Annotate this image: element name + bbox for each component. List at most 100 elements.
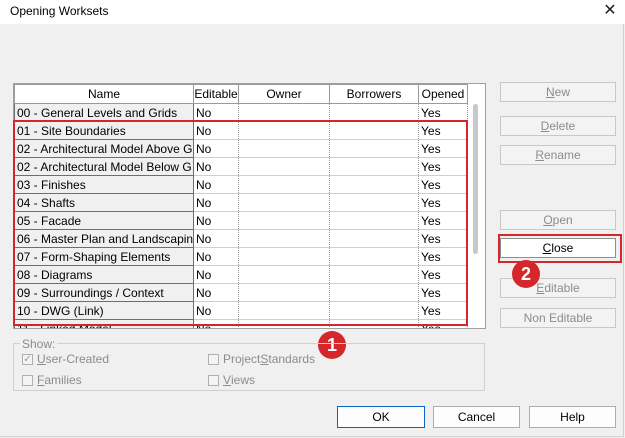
worksets-grid[interactable]: Name Editable Owner Borrowers Opened 00 … <box>13 83 486 329</box>
cell-editable[interactable]: No <box>193 175 239 194</box>
cancel-button[interactable]: Cancel <box>433 406 520 428</box>
cell-editable[interactable]: No <box>193 229 239 248</box>
rename-button[interactable]: Rename <box>500 145 616 165</box>
col-header-opened[interactable]: Opened <box>418 84 468 104</box>
cell-borrowers[interactable] <box>329 157 419 176</box>
cell-owner[interactable] <box>238 175 330 194</box>
cell-owner[interactable] <box>238 247 330 266</box>
col-header-owner[interactable]: Owner <box>238 84 330 104</box>
cell-opened[interactable]: Yes <box>418 157 468 176</box>
table-row[interactable]: 10 - DWG (Link) No Yes <box>14 301 468 320</box>
cell-borrowers[interactable] <box>329 229 419 248</box>
vertical-scrollbar[interactable] <box>468 84 485 328</box>
cell-owner[interactable] <box>238 283 330 302</box>
table-row[interactable]: 03 - Finishes No Yes <box>14 175 468 194</box>
cell-editable[interactable]: No <box>193 139 239 158</box>
cell-borrowers[interactable] <box>329 301 419 320</box>
table-row[interactable]: 04 - Shafts No Yes <box>14 193 468 212</box>
table-row[interactable]: 02 - Architectural Model Above G No Yes <box>14 139 468 158</box>
cell-name[interactable]: 07 - Form-Shaping Elements <box>14 247 194 266</box>
cell-editable[interactable]: No <box>193 193 239 212</box>
cell-owner[interactable] <box>238 157 330 176</box>
table-row[interactable]: 11 - Linked Model No Yes <box>14 319 468 328</box>
close-button[interactable]: Close <box>500 238 616 258</box>
cell-name[interactable]: 05 - Facade <box>14 211 194 230</box>
cell-name[interactable]: 11 - Linked Model <box>14 319 194 328</box>
table-row[interactable]: 06 - Master Plan and Landscapin No Yes <box>14 229 468 248</box>
non-editable-button[interactable]: Non Editable <box>500 308 616 328</box>
cell-name[interactable]: 02 - Architectural Model Below G <box>14 157 194 176</box>
cell-editable[interactable]: No <box>193 247 239 266</box>
cell-editable[interactable]: No <box>193 157 239 176</box>
cell-borrowers[interactable] <box>329 265 419 284</box>
open-button[interactable]: Open <box>500 210 616 230</box>
cell-borrowers[interactable] <box>329 283 419 302</box>
cell-borrowers[interactable] <box>329 103 419 122</box>
col-header-editable[interactable]: Editable <box>193 84 239 104</box>
col-header-name[interactable]: Name <box>14 84 194 104</box>
cell-name[interactable]: 09 - Surroundings / Context <box>14 283 194 302</box>
cell-name[interactable]: 06 - Master Plan and Landscapin <box>14 229 194 248</box>
cell-owner[interactable] <box>238 139 330 158</box>
cell-opened[interactable]: Yes <box>418 121 468 140</box>
cell-borrowers[interactable] <box>329 211 419 230</box>
project-standards-checkbox[interactable]: Project Standards <box>208 352 315 366</box>
cell-editable[interactable]: No <box>193 301 239 320</box>
cell-owner[interactable] <box>238 211 330 230</box>
cell-editable[interactable]: No <box>193 319 239 328</box>
cell-owner[interactable] <box>238 103 330 122</box>
help-button[interactable]: Help <box>529 406 616 428</box>
cell-opened[interactable]: Yes <box>418 283 468 302</box>
cell-owner[interactable] <box>238 301 330 320</box>
families-checkbox[interactable]: Families <box>22 373 82 387</box>
cell-opened[interactable]: Yes <box>418 229 468 248</box>
cell-borrowers[interactable] <box>329 319 419 328</box>
table-row[interactable]: 01 - Site Boundaries No Yes <box>14 121 468 140</box>
cell-name[interactable]: 08 - Diagrams <box>14 265 194 284</box>
cell-opened[interactable]: Yes <box>418 103 468 122</box>
table-row[interactable]: 00 - General Levels and Grids No Yes <box>14 103 468 122</box>
cell-opened[interactable]: Yes <box>418 175 468 194</box>
scrollbar-thumb[interactable] <box>473 104 478 254</box>
col-header-borrowers[interactable]: Borrowers <box>329 84 419 104</box>
table-row[interactable]: 08 - Diagrams No Yes <box>14 265 468 284</box>
new-button[interactable]: New <box>500 82 616 102</box>
cell-name[interactable]: 01 - Site Boundaries <box>14 121 194 140</box>
cell-opened[interactable]: Yes <box>418 193 468 212</box>
cell-owner[interactable] <box>238 193 330 212</box>
table-row[interactable]: 07 - Form-Shaping Elements No Yes <box>14 247 468 266</box>
cell-name[interactable]: 00 - General Levels and Grids <box>14 103 194 122</box>
cell-name[interactable]: 04 - Shafts <box>14 193 194 212</box>
cell-name[interactable]: 03 - Finishes <box>14 175 194 194</box>
cell-borrowers[interactable] <box>329 121 419 140</box>
cell-name[interactable]: 10 - DWG (Link) <box>14 301 194 320</box>
cell-borrowers[interactable] <box>329 193 419 212</box>
cell-owner[interactable] <box>238 229 330 248</box>
ok-button[interactable]: OK <box>337 406 425 428</box>
cell-owner[interactable] <box>238 319 330 328</box>
cell-editable[interactable]: No <box>193 121 239 140</box>
cell-borrowers[interactable] <box>329 175 419 194</box>
cell-editable[interactable]: No <box>193 283 239 302</box>
cell-editable[interactable]: No <box>193 211 239 230</box>
cell-opened[interactable]: Yes <box>418 211 468 230</box>
cell-opened[interactable]: Yes <box>418 139 468 158</box>
cell-borrowers[interactable] <box>329 139 419 158</box>
cell-opened[interactable]: Yes <box>418 265 468 284</box>
cell-name[interactable]: 02 - Architectural Model Above G <box>14 139 194 158</box>
views-checkbox[interactable]: Views <box>208 373 255 387</box>
cell-editable[interactable]: No <box>193 103 239 122</box>
cell-borrowers[interactable] <box>329 247 419 266</box>
cell-owner[interactable] <box>238 265 330 284</box>
table-row[interactable]: 02 - Architectural Model Below G No Yes <box>14 157 468 176</box>
cell-opened[interactable]: Yes <box>418 247 468 266</box>
cell-opened[interactable]: Yes <box>418 319 468 328</box>
table-row[interactable]: 05 - Facade No Yes <box>14 211 468 230</box>
close-icon[interactable]: ✕ <box>601 1 619 21</box>
table-row[interactable]: 09 - Surroundings / Context No Yes <box>14 283 468 302</box>
user-created-checkbox[interactable]: ✓ User-Created <box>22 352 109 366</box>
cell-editable[interactable]: No <box>193 265 239 284</box>
cell-owner[interactable] <box>238 121 330 140</box>
cell-opened[interactable]: Yes <box>418 301 468 320</box>
delete-button[interactable]: Delete <box>500 116 616 136</box>
